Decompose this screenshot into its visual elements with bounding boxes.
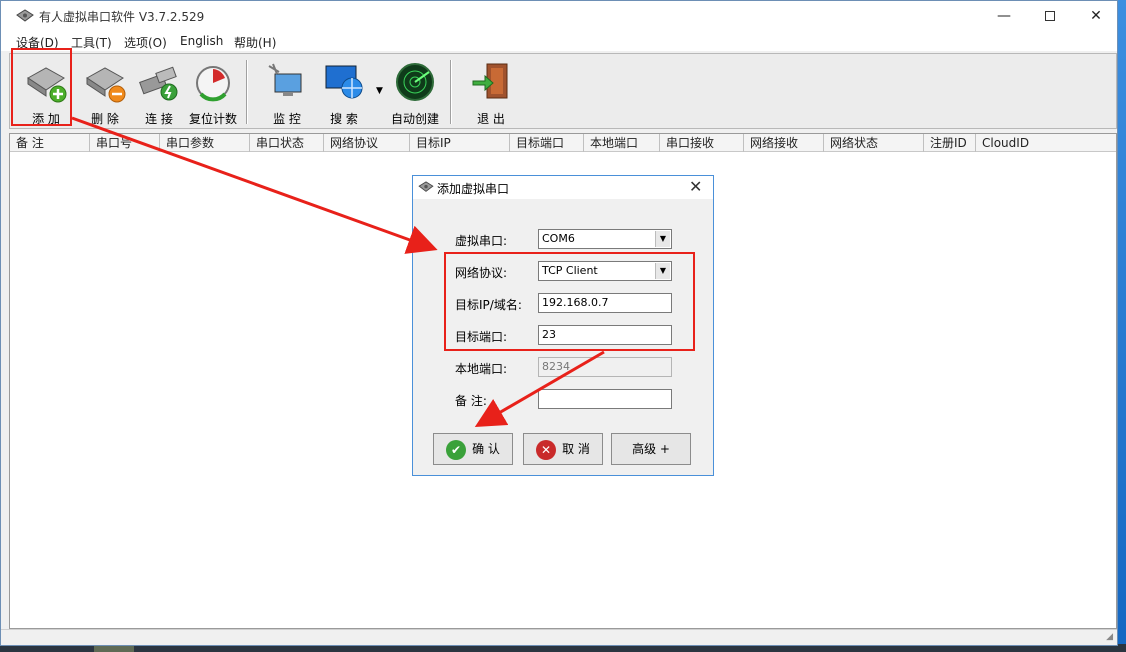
menu-english[interactable]: English	[180, 34, 223, 48]
column-header[interactable]: 串口号	[90, 134, 160, 152]
com-port-value: COM6	[542, 232, 575, 245]
column-header[interactable]: 目标IP	[410, 134, 510, 152]
close-button[interactable]: ✕	[1073, 1, 1119, 31]
local-port-value: 8234	[542, 360, 570, 373]
column-header[interactable]: 串口状态	[250, 134, 324, 152]
cancel-button[interactable]: ✕ 取 消	[523, 433, 603, 465]
status-bar: ◢	[1, 629, 1117, 645]
reset-label: 复位计数	[188, 112, 237, 126]
cancel-label: 取 消	[562, 442, 590, 456]
exit-door-icon	[472, 63, 508, 99]
auto-create-button[interactable]: 自动创建	[388, 56, 442, 126]
chevron-down-icon[interactable]: ▼	[655, 231, 670, 247]
advanced-button[interactable]: 高级 +	[611, 433, 691, 465]
column-header[interactable]: 网络接收	[744, 134, 824, 152]
connect-label: 连 接	[145, 112, 173, 126]
auto-create-label: 自动创建	[390, 112, 439, 126]
exit-label: 退 出	[477, 112, 505, 126]
column-header[interactable]: 备 注	[10, 134, 90, 152]
confirm-button[interactable]: ✔ 确 认	[433, 433, 513, 465]
dropdown-arrow-icon: ▼	[376, 86, 383, 96]
search-label: 搜 索	[330, 112, 358, 126]
search-globe-icon	[325, 65, 363, 99]
menu-bar: 设备(D) 工具(T) 选项(O) English 帮助(H)	[1, 31, 1117, 51]
dialog-close-icon[interactable]: ✕	[689, 177, 702, 196]
monitor-button[interactable]: 监 控	[260, 56, 314, 126]
column-header[interactable]: 注册ID	[924, 134, 976, 152]
com-port-select[interactable]: COM6 ▼	[538, 229, 672, 249]
menu-help[interactable]: 帮助(H)	[234, 34, 276, 51]
search-dropdown-button[interactable]: ▼	[373, 56, 387, 126]
reset-counter-button[interactable]: 复位计数	[186, 56, 240, 126]
window-title: 有人虚拟串口软件 V3.7.2.529	[39, 10, 205, 24]
toolbar: 添 加 删 除 连 接 复位计数 监 控 搜 索 ▼ 自动创建 退 出	[9, 53, 1117, 129]
note-input[interactable]	[538, 389, 672, 409]
list-header: 备 注 串口号 串口参数 串口状态 网络协议 目标IP 目标端口 本地端口 串口…	[10, 134, 1116, 152]
delete-label: 删 除	[91, 112, 119, 126]
advanced-label: 高级 +	[632, 442, 670, 456]
dialog-title-bar: 添加虚拟串口 ✕	[413, 176, 713, 199]
radar-icon	[396, 63, 434, 101]
menu-options[interactable]: 选项(O)	[124, 34, 167, 51]
column-header[interactable]: 串口接收	[660, 134, 744, 152]
cancel-x-icon: ✕	[536, 439, 557, 460]
connect-plug-icon	[139, 66, 178, 101]
menu-tools[interactable]: 工具(T)	[71, 34, 112, 51]
delete-button[interactable]: 删 除	[78, 56, 132, 126]
toolbar-separator	[450, 60, 452, 124]
maximize-icon	[1045, 11, 1055, 21]
title-bar: 有人虚拟串口软件 V3.7.2.529 — ✕	[1, 1, 1117, 31]
minimize-button[interactable]: —	[981, 1, 1027, 31]
column-header[interactable]: 串口参数	[160, 134, 250, 152]
desktop-edge	[1118, 0, 1126, 652]
dialog-title: 添加虚拟串口	[437, 182, 510, 196]
com-label: 虚拟串口:	[455, 234, 508, 248]
check-icon: ✔	[446, 439, 467, 460]
monitor-label: 监 控	[273, 112, 301, 126]
maximize-button[interactable]	[1027, 1, 1073, 31]
reset-timer-icon	[196, 66, 230, 102]
confirm-label: 确 认	[472, 442, 500, 456]
app-serial-icon	[16, 9, 34, 22]
annotation-box-fields	[444, 252, 695, 351]
connect-button[interactable]: 连 接	[132, 56, 186, 126]
toolbar-separator	[246, 60, 248, 124]
app-serial-icon	[418, 181, 434, 192]
column-header[interactable]: 网络协议	[324, 134, 410, 152]
column-header[interactable]: CloudID	[976, 134, 1116, 152]
monitor-screen-icon	[268, 63, 302, 96]
local-port-label: 本地端口:	[455, 362, 508, 376]
exit-button[interactable]: 退 出	[464, 56, 518, 126]
column-header[interactable]: 目标端口	[510, 134, 584, 152]
local-port-input: 8234	[538, 357, 672, 377]
delete-serial-icon	[86, 67, 126, 103]
note-label: 备 注:	[455, 394, 487, 408]
column-header[interactable]: 本地端口	[584, 134, 660, 152]
column-header[interactable]: 网络状态	[824, 134, 924, 152]
annotation-box-add	[11, 48, 72, 126]
search-button[interactable]: 搜 索	[315, 56, 373, 126]
resize-grip-icon[interactable]: ◢	[1106, 632, 1113, 642]
